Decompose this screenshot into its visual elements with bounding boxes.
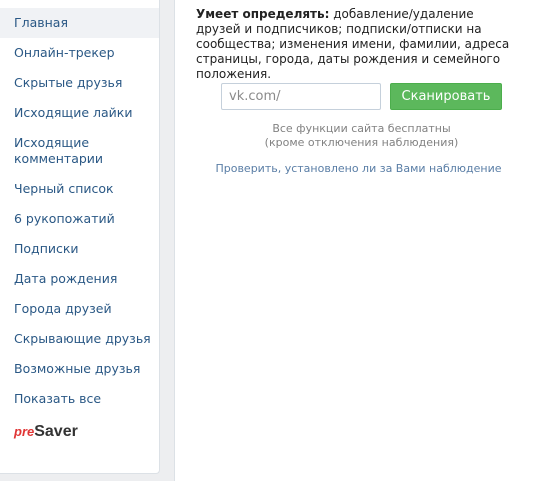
main-panel: Умеет определять: добавление/удаление др… [174, 0, 544, 481]
free-functions-note: Все функции сайта бесплатны (кроме отклю… [221, 122, 502, 150]
brand-pre-text: pre [14, 424, 35, 439]
sidebar-item-subscriptions[interactable]: Подписки [0, 234, 159, 264]
sidebar-item-possible-friends[interactable]: Возможные друзья [0, 354, 159, 384]
description-title: Умеет определять: [196, 7, 330, 21]
profile-url-input[interactable] [221, 83, 381, 110]
sidebar-item-hidden-friends[interactable]: Скрытые друзья [0, 68, 159, 98]
sidebar-item-hiding-friends[interactable]: Скрывающие друзья [0, 324, 159, 354]
sidebar-item-show-all[interactable]: Показать все [0, 384, 159, 414]
brand-saver-text: Saver [34, 423, 78, 440]
scan-button[interactable]: Сканировать [390, 83, 502, 110]
sidebar-nav: Главная Онлайн-трекер Скрытые друзья Исх… [0, 0, 160, 474]
presaver-logo[interactable]: preSaver [0, 414, 159, 450]
sidebar-item-online-tracker[interactable]: Онлайн-трекер [0, 38, 159, 68]
sidebar-item-blacklist[interactable]: Черный список [0, 174, 159, 204]
sidebar-item-outgoing-comments[interactable]: Исходящие комментарии [0, 128, 128, 174]
feature-description: Умеет определять: добавление/удаление др… [196, 7, 521, 82]
free-note-line-2: (кроме отключения наблюдения) [264, 136, 459, 149]
free-note-line-1: Все функции сайта бесплатны [272, 122, 451, 135]
sidebar-item-outgoing-likes[interactable]: Исходящие лайки [0, 98, 159, 128]
sidebar-item-six-handshakes[interactable]: 6 рукопожатий [0, 204, 159, 234]
sidebar-item-birthday[interactable]: Дата рождения [0, 264, 159, 294]
sidebar-item-home[interactable]: Главная [0, 8, 159, 38]
check-surveillance-link[interactable]: Проверить, установлено ли за Вами наблюд… [196, 162, 521, 176]
sidebar-item-friends-cities[interactable]: Города друзей [0, 294, 159, 324]
